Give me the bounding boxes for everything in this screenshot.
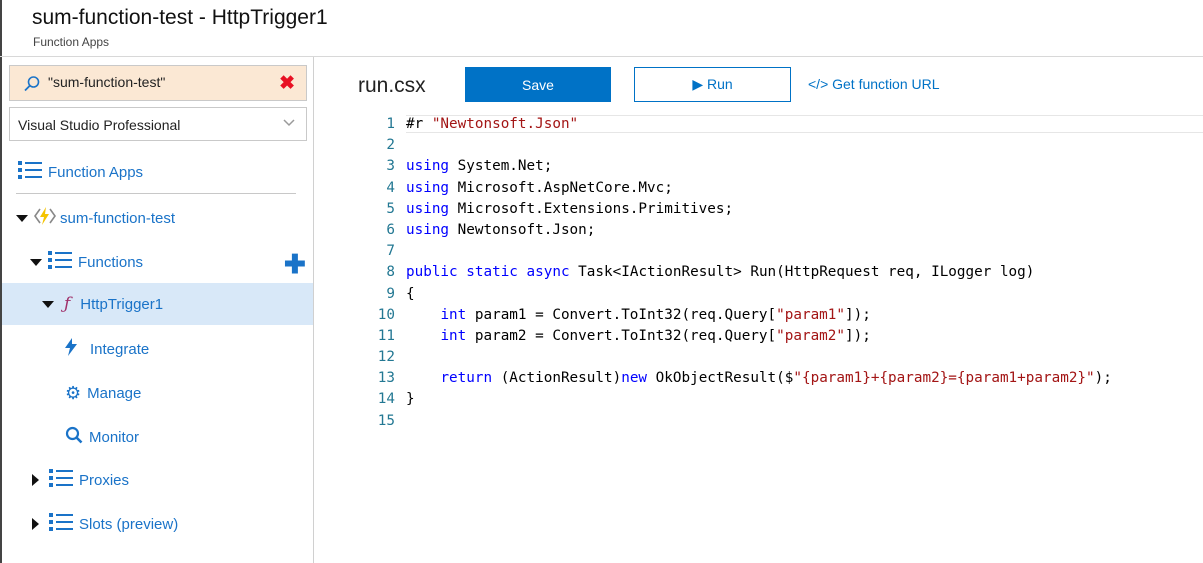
clear-search-icon[interactable]: ✖ bbox=[279, 72, 295, 95]
chevron-down-icon bbox=[282, 116, 296, 130]
line-number: 3 bbox=[386, 158, 395, 175]
code-text: using Newtonsoft.Json; bbox=[406, 221, 596, 238]
list-icon bbox=[18, 160, 42, 184]
code-text: { bbox=[406, 285, 415, 302]
line-number: 14 bbox=[377, 391, 395, 408]
line-number: 1 bbox=[386, 116, 395, 132]
collapse-arrow-icon[interactable] bbox=[32, 474, 39, 486]
sidebar-item-label: Slots (preview) bbox=[79, 515, 179, 533]
sidebar-item-label: HttpTrigger1 bbox=[80, 295, 164, 313]
subscription-select[interactable]: Visual Studio Professional bbox=[9, 107, 307, 141]
sidebar-item-httptrigger1[interactable]: ƒ HttpTrigger1 bbox=[2, 283, 313, 325]
run-button[interactable]: ▶ Run bbox=[634, 67, 791, 102]
function-icon: ƒ bbox=[64, 294, 71, 314]
code-text: int param2 = Convert.ToInt32(req.Query["… bbox=[440, 327, 871, 344]
get-function-url-link[interactable]: </> Get function URL bbox=[808, 76, 940, 92]
code-text: using Microsoft.AspNetCore.Mvc; bbox=[406, 179, 673, 196]
line-number: 12 bbox=[377, 349, 395, 366]
search-icon bbox=[23, 75, 41, 98]
sidebar-item-label: Integrate bbox=[90, 340, 150, 358]
page-title: sum-function-test - HttpTrigger1 bbox=[32, 6, 328, 29]
save-button[interactable]: Save bbox=[465, 67, 611, 102]
sidebar-item-label: Proxies bbox=[79, 471, 130, 489]
line-number: 6 bbox=[386, 221, 395, 238]
line-number: 5 bbox=[386, 200, 395, 217]
page-subtitle: Function Apps bbox=[33, 35, 110, 49]
function-app-icon bbox=[34, 206, 56, 230]
sidebar-item-proxies[interactable]: Proxies bbox=[32, 460, 129, 500]
code-text: } bbox=[406, 391, 415, 408]
line-number: 7 bbox=[386, 243, 395, 260]
sidebar-item-slots[interactable]: Slots (preview) bbox=[32, 504, 178, 544]
expand-arrow-icon[interactable] bbox=[30, 258, 42, 266]
editor-panel: run.csx Save ▶ Run </> Get function URL … bbox=[315, 57, 1203, 563]
sidebar-item-label: Manage bbox=[87, 384, 142, 402]
gear-icon: ⚙ bbox=[65, 382, 82, 403]
search-input[interactable]: "sum-function-test" ✖ bbox=[9, 65, 307, 101]
subscription-value: Visual Studio Professional bbox=[18, 117, 181, 133]
code-text: int param1 = Convert.ToInt32(req.Query["… bbox=[440, 306, 871, 323]
run-label: Run bbox=[706, 76, 733, 92]
sidebar-item-integrate[interactable]: Integrate bbox=[64, 329, 149, 369]
play-icon: ▶ bbox=[692, 76, 707, 92]
expand-arrow-icon[interactable] bbox=[16, 214, 28, 222]
collapse-arrow-icon[interactable] bbox=[32, 518, 39, 530]
file-name: run.csx bbox=[358, 74, 426, 97]
line-number: 9 bbox=[386, 285, 395, 302]
code-text: using System.Net; bbox=[406, 158, 553, 175]
sidebar: "sum-function-test" ✖ Visual Studio Prof… bbox=[2, 57, 314, 563]
list-icon bbox=[49, 512, 73, 536]
line-number: 8 bbox=[386, 264, 395, 281]
sidebar-item-function-apps[interactable]: Function Apps bbox=[18, 152, 143, 192]
code-text: using Microsoft.Extensions.Primitives; bbox=[406, 200, 734, 217]
sidebar-item-monitor[interactable]: Monitor bbox=[65, 417, 139, 457]
list-icon bbox=[48, 250, 72, 274]
list-icon bbox=[49, 468, 73, 492]
expand-arrow-icon[interactable] bbox=[42, 300, 54, 308]
sidebar-item-label: Monitor bbox=[89, 428, 140, 446]
code-editor[interactable]: 1 #r "Newtonsoft.Json" 2 3 using System.Net;… bbox=[370, 114, 1203, 563]
add-function-icon[interactable]: ✚ bbox=[284, 251, 306, 277]
line-number: 15 bbox=[377, 412, 395, 429]
code-text: public static async Task<IActionResult> … bbox=[406, 264, 1035, 281]
line-number: 10 bbox=[377, 306, 395, 323]
sidebar-item-label: sum-function-test bbox=[60, 209, 176, 227]
sidebar-item-functions[interactable]: Functions bbox=[30, 242, 143, 282]
lightning-icon bbox=[64, 338, 78, 360]
search-value: "sum-function-test" bbox=[48, 74, 166, 90]
sidebar-item-manage[interactable]: ⚙ Manage bbox=[65, 373, 141, 413]
code-text: #r "Newtonsoft.Json" bbox=[406, 116, 579, 132]
sidebar-divider bbox=[16, 193, 296, 194]
sidebar-item-label: Functions bbox=[78, 253, 144, 271]
code-text: return (ActionResult)new OkObjectResult(… bbox=[440, 370, 1112, 387]
blade-header: sum-function-test - HttpTrigger1 Functio… bbox=[0, 0, 1203, 57]
sidebar-item-label: Function Apps bbox=[48, 163, 144, 181]
line-number: 13 bbox=[377, 370, 395, 387]
line-number: 4 bbox=[386, 179, 395, 196]
line-number: 2 bbox=[386, 137, 395, 154]
magnifier-icon bbox=[65, 426, 83, 448]
sidebar-item-app[interactable]: sum-function-test bbox=[16, 198, 175, 238]
line-number: 11 bbox=[377, 327, 395, 344]
